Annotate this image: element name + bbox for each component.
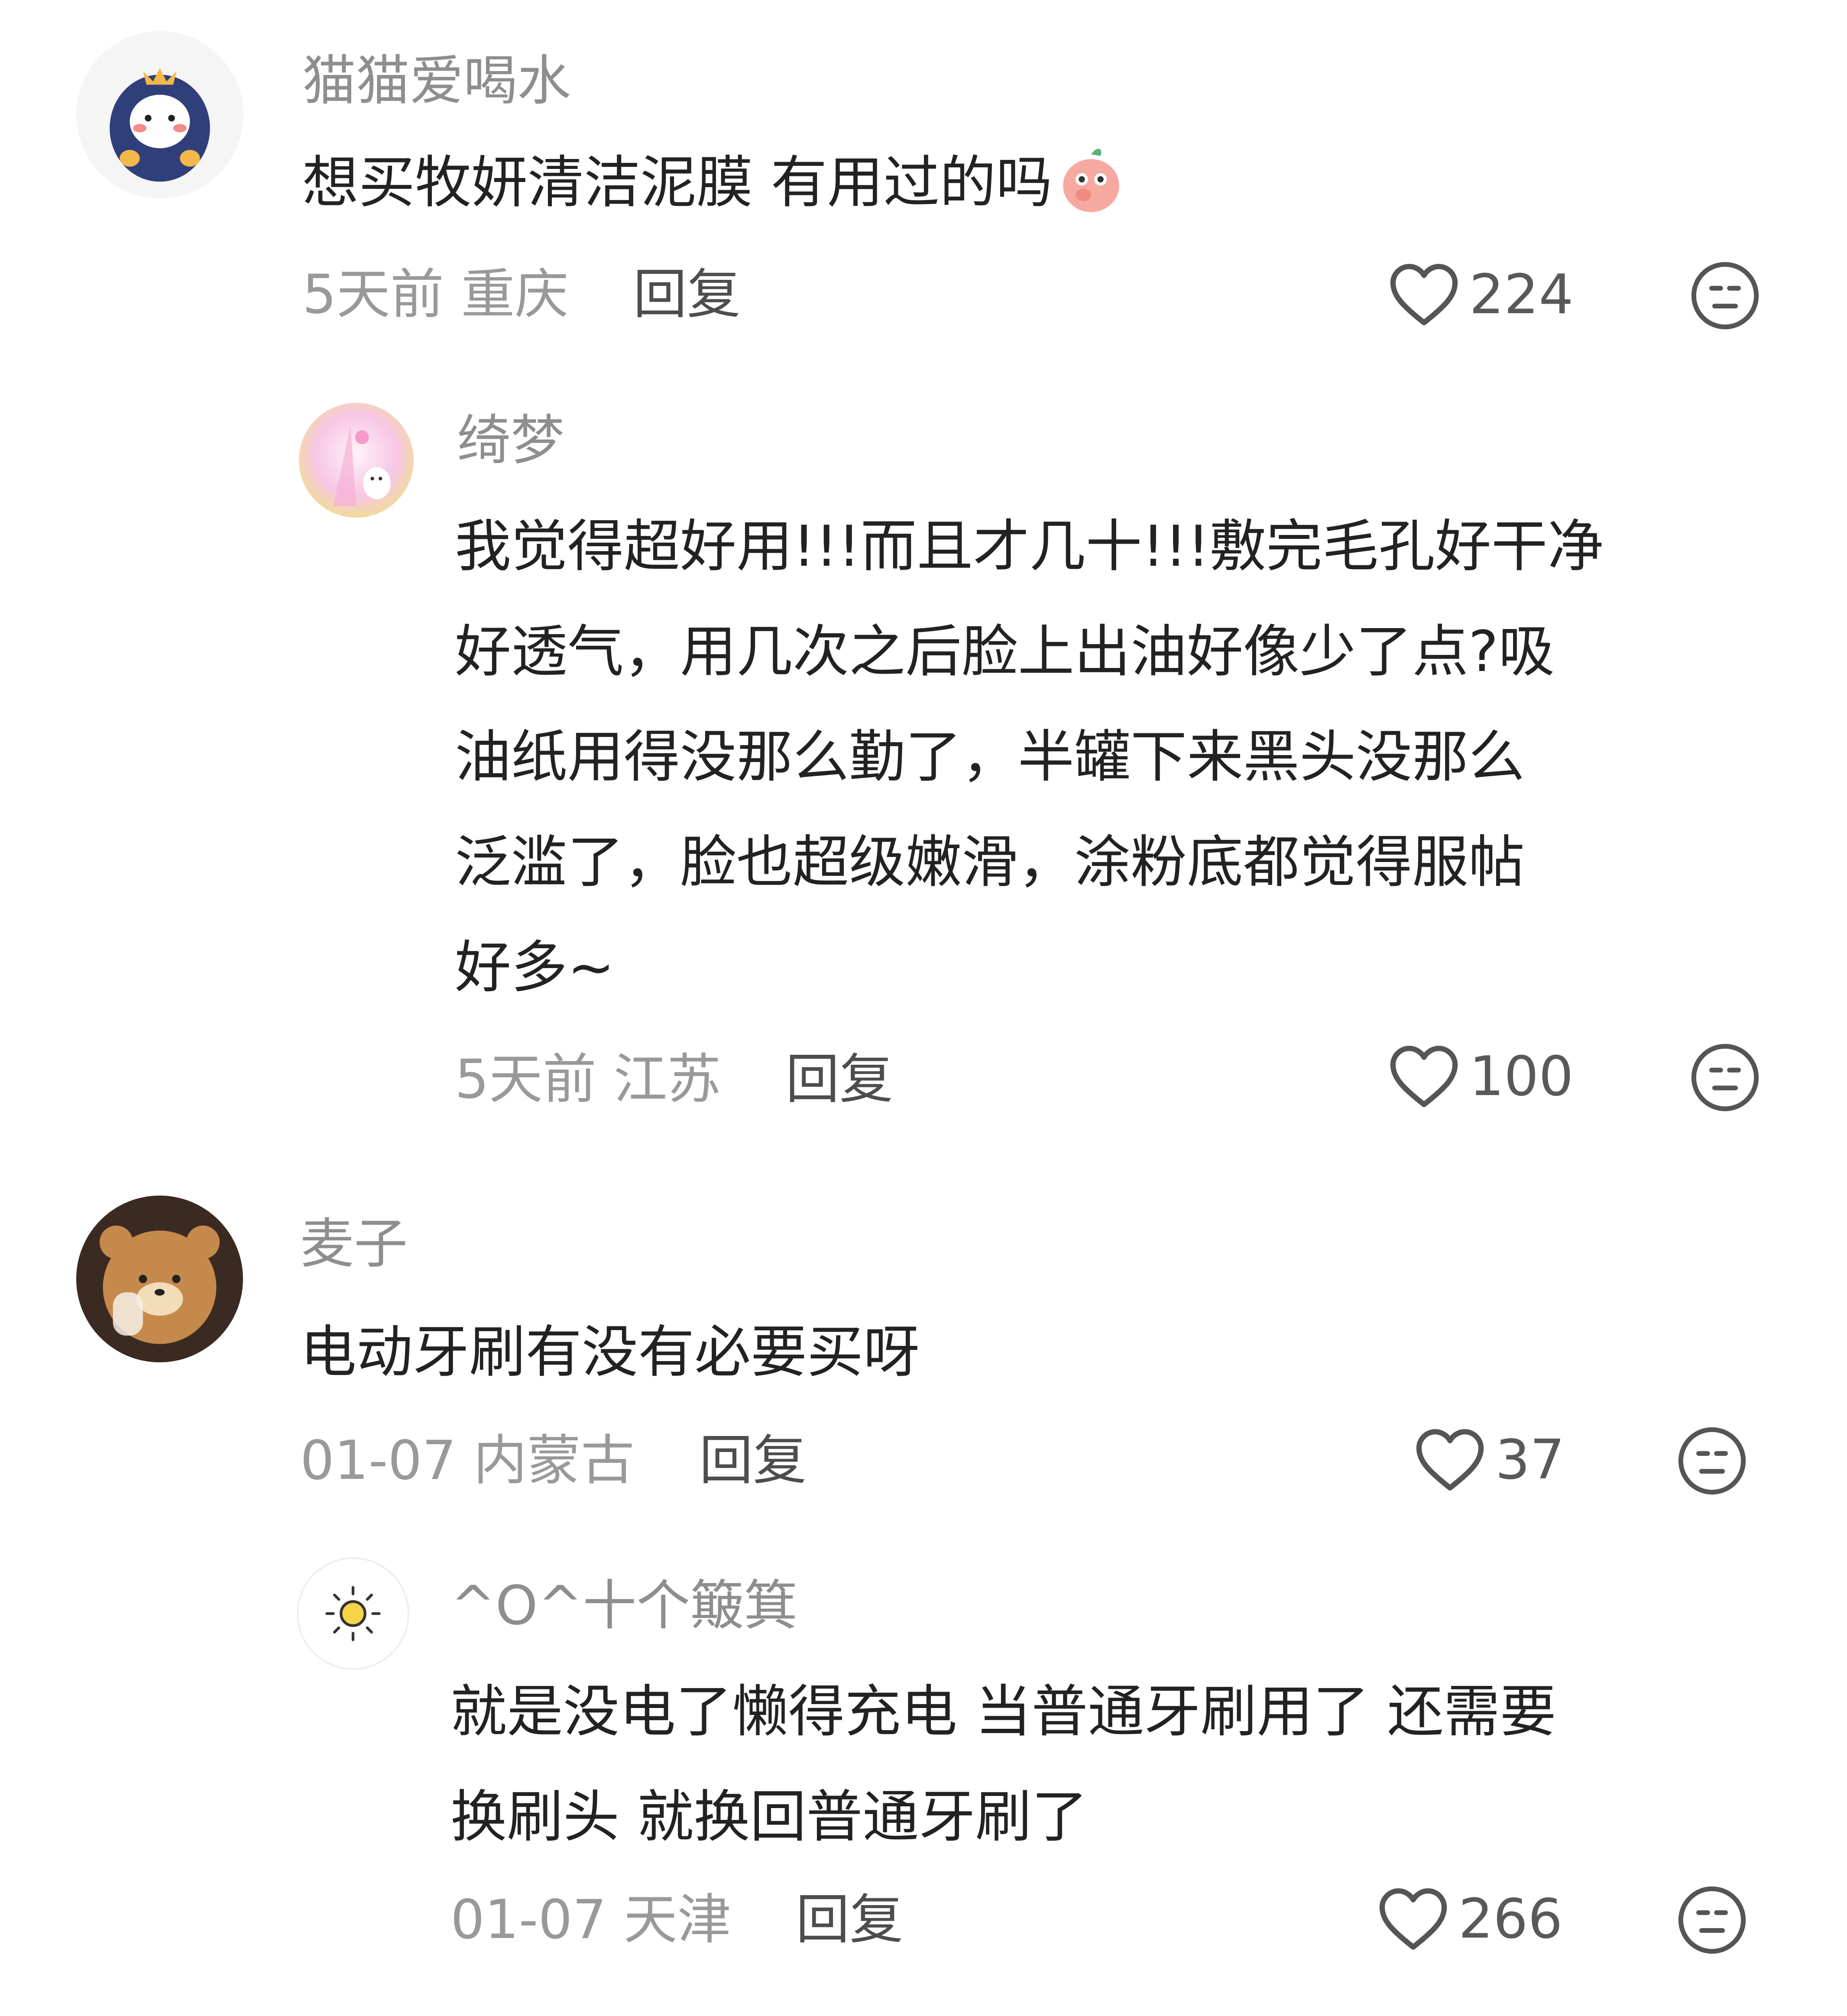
dislike-button[interactable] bbox=[1689, 260, 1761, 331]
cartoon-penguin-avatar-icon bbox=[76, 31, 243, 198]
like-count: 266 bbox=[1458, 1887, 1563, 1951]
comment-time: 01-07 bbox=[300, 1429, 457, 1492]
user-avatar[interactable] bbox=[297, 1557, 409, 1670]
user-avatar[interactable] bbox=[76, 1196, 243, 1362]
username[interactable]: 猫猫爱喝水 bbox=[302, 54, 571, 108]
dislike-button[interactable] bbox=[1676, 1425, 1748, 1497]
like-button[interactable]: 100 bbox=[1388, 1044, 1574, 1109]
comment-text[interactable]: 电动牙刷有没有必要买呀 bbox=[300, 1300, 920, 1405]
comment-location: 天津 bbox=[623, 1889, 731, 1951]
comment-time: 01-07 bbox=[450, 1889, 607, 1951]
comment-location: 内蒙古 bbox=[473, 1429, 635, 1492]
user-avatar[interactable] bbox=[76, 31, 243, 198]
comment-page: 猫猫爱喝水 想买牧妍清洁泥膜 有用过的吗 5天前 重庆 回复 224 绮梦 我觉… bbox=[0, 0, 1847, 2016]
meh-face-icon bbox=[1678, 1886, 1746, 1954]
heart-outline-icon bbox=[1379, 1888, 1447, 1950]
comment-text[interactable]: 想买牧妍清洁泥膜 有用过的吗 bbox=[302, 130, 1130, 235]
comment-text[interactable]: 我觉得超好用!!!而且才几十!!!敷完毛孔好干净 好透气，用几次之后脸上出油好像… bbox=[455, 494, 1604, 1020]
comment-line: 好多~ bbox=[455, 934, 615, 1000]
meh-face-icon bbox=[1691, 1044, 1759, 1112]
peach-shy-emoji-icon bbox=[1052, 140, 1130, 218]
comment-line: 换刷头 就换回普通牙刷了 bbox=[450, 1784, 1088, 1850]
comment-time: 5天前 bbox=[302, 263, 444, 326]
like-count: 100 bbox=[1469, 1044, 1574, 1108]
comment-line: 就是没电了懒得充电 当普通牙刷用了 还需要 bbox=[450, 1679, 1556, 1744]
username[interactable]: 绮梦 bbox=[457, 414, 564, 467]
username[interactable]: 麦子 bbox=[300, 1217, 408, 1271]
comment-line: 想买牧妍清洁泥膜 有用过的吗 bbox=[302, 130, 1130, 235]
username[interactable]: ^O^十个簸箕 bbox=[450, 1579, 797, 1633]
pastel-illustration-avatar-icon bbox=[299, 403, 414, 518]
comment-line: 油纸用得没那么勤了，半罐下来黑头没那么 bbox=[455, 724, 1525, 790]
comment-line: 电动牙刷有没有必要买呀 bbox=[300, 1319, 920, 1385]
brown-bear-avatar-icon bbox=[76, 1196, 243, 1362]
comment-meta: 01-07 内蒙古 回复 bbox=[300, 1434, 807, 1488]
like-button[interactable]: 224 bbox=[1388, 262, 1574, 327]
like-button[interactable]: 266 bbox=[1377, 1886, 1563, 1951]
dislike-button[interactable] bbox=[1676, 1884, 1748, 1956]
sun-icon-avatar-icon bbox=[298, 1559, 408, 1668]
reply-button[interactable]: 回复 bbox=[699, 1429, 807, 1492]
comment-line: 泛滥了，脸也超级嫩滑，涂粉底都觉得服帖 bbox=[455, 829, 1525, 895]
comment-line: 我觉得超好用!!!而且才几十!!!敷完毛孔好干净 bbox=[455, 513, 1604, 579]
dislike-button[interactable] bbox=[1689, 1042, 1761, 1113]
comment-text[interactable]: 就是没电了懒得充电 当普通牙刷用了 还需要 换刷头 就换回普通牙刷了 bbox=[450, 1659, 1556, 1870]
like-button[interactable]: 37 bbox=[1414, 1427, 1565, 1492]
user-avatar[interactable] bbox=[299, 403, 414, 518]
reply-button[interactable]: 回复 bbox=[633, 263, 741, 326]
comment-meta: 01-07 天津 回复 bbox=[450, 1893, 903, 1947]
meh-face-icon bbox=[1691, 262, 1759, 330]
heart-outline-icon bbox=[1390, 1046, 1458, 1107]
heart-outline-icon bbox=[1416, 1429, 1484, 1491]
comment-location: 重庆 bbox=[461, 263, 569, 326]
comment-location: 江苏 bbox=[613, 1048, 721, 1111]
like-count: 224 bbox=[1469, 263, 1574, 326]
reply-button[interactable]: 回复 bbox=[796, 1889, 903, 1951]
comment-line: 好透气，用几次之后脸上出油好像少了点?吸 bbox=[455, 619, 1555, 684]
like-count: 37 bbox=[1495, 1428, 1565, 1491]
meh-face-icon bbox=[1678, 1427, 1746, 1495]
comment-meta: 5天前 重庆 回复 bbox=[302, 268, 741, 321]
comment-meta: 5天前 江苏 回复 bbox=[455, 1053, 893, 1106]
heart-outline-icon bbox=[1390, 264, 1458, 325]
reply-button[interactable]: 回复 bbox=[786, 1048, 893, 1111]
comment-time: 5天前 bbox=[455, 1048, 596, 1111]
